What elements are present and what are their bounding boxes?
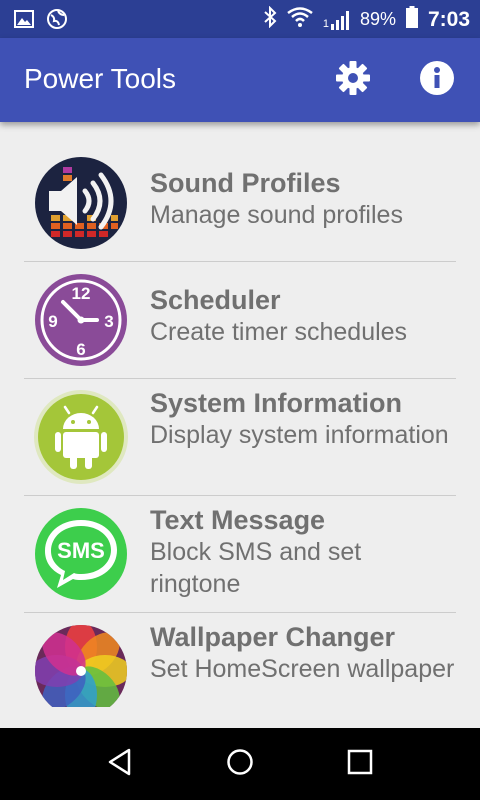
list-item-scheduler[interactable]: 12 3 6 9 Scheduler Create timer schedule… bbox=[24, 262, 456, 379]
list-item-sound-profiles[interactable]: Sound Profiles Manage sound profiles bbox=[24, 145, 456, 262]
clock-numeral-12: 12 bbox=[72, 284, 91, 303]
list-item-wallpaper-changer[interactable]: Wallpaper Changer Set HomeScreen wallpap… bbox=[24, 613, 456, 707]
globe-notification-icon bbox=[46, 8, 68, 35]
info-icon bbox=[419, 60, 455, 101]
app-title: Power Tools bbox=[24, 63, 177, 94]
image-notification-icon bbox=[14, 9, 34, 34]
clock-numeral-9: 9 bbox=[48, 312, 57, 331]
item-title: Text Message bbox=[150, 505, 326, 535]
home-icon bbox=[226, 748, 254, 781]
battery-icon bbox=[405, 6, 418, 33]
signal-label: 1 bbox=[322, 17, 329, 30]
recents-button[interactable] bbox=[340, 748, 380, 780]
item-title: Sound Profiles bbox=[150, 168, 341, 198]
battery-percent: 89% bbox=[359, 9, 396, 29]
tools-list: Sound Profiles Manage sound profiles 12 … bbox=[24, 145, 456, 707]
clock-time: 7:03 bbox=[427, 7, 470, 31]
bluetooth-icon bbox=[263, 5, 277, 33]
android-icon bbox=[33, 389, 129, 485]
wifi-icon bbox=[287, 7, 313, 32]
item-title: System Information bbox=[150, 388, 403, 418]
clock-icon: 12 3 6 9 bbox=[33, 272, 129, 368]
sms-icon: SMS bbox=[33, 506, 129, 602]
clock-numeral-3: 3 bbox=[104, 312, 113, 331]
back-icon bbox=[107, 748, 133, 781]
list-item-system-information[interactable]: System Information Display system inform… bbox=[24, 379, 456, 496]
recents-icon bbox=[347, 749, 373, 780]
item-subtitle: Block SMS and set ringtone bbox=[150, 538, 362, 598]
status-bar: 1 89% 7:03 bbox=[0, 0, 480, 38]
clock-numeral-6: 6 bbox=[76, 340, 85, 359]
navigation-bar bbox=[0, 728, 480, 800]
signal-icon: 1 bbox=[323, 10, 350, 30]
info-button[interactable] bbox=[417, 60, 457, 100]
sound-profiles-icon bbox=[33, 155, 129, 251]
item-subtitle: Manage sound profiles bbox=[150, 201, 403, 229]
gear-icon bbox=[335, 60, 371, 101]
item-subtitle: Create timer schedules bbox=[150, 318, 408, 346]
item-title: Wallpaper Changer bbox=[150, 622, 396, 652]
item-subtitle: Set HomeScreen wallpaper bbox=[150, 655, 455, 683]
home-button[interactable] bbox=[220, 748, 260, 780]
back-button[interactable] bbox=[100, 748, 140, 780]
item-subtitle: Display system information bbox=[150, 421, 449, 449]
wallpaper-icon bbox=[33, 623, 129, 707]
settings-button[interactable] bbox=[333, 60, 373, 100]
list-item-text-message[interactable]: SMS Text Message Block SMS and set ringt… bbox=[24, 496, 456, 613]
sms-label: SMS bbox=[57, 538, 105, 563]
item-title: Scheduler bbox=[150, 285, 281, 315]
app-toolbar: Power Tools bbox=[0, 38, 480, 122]
